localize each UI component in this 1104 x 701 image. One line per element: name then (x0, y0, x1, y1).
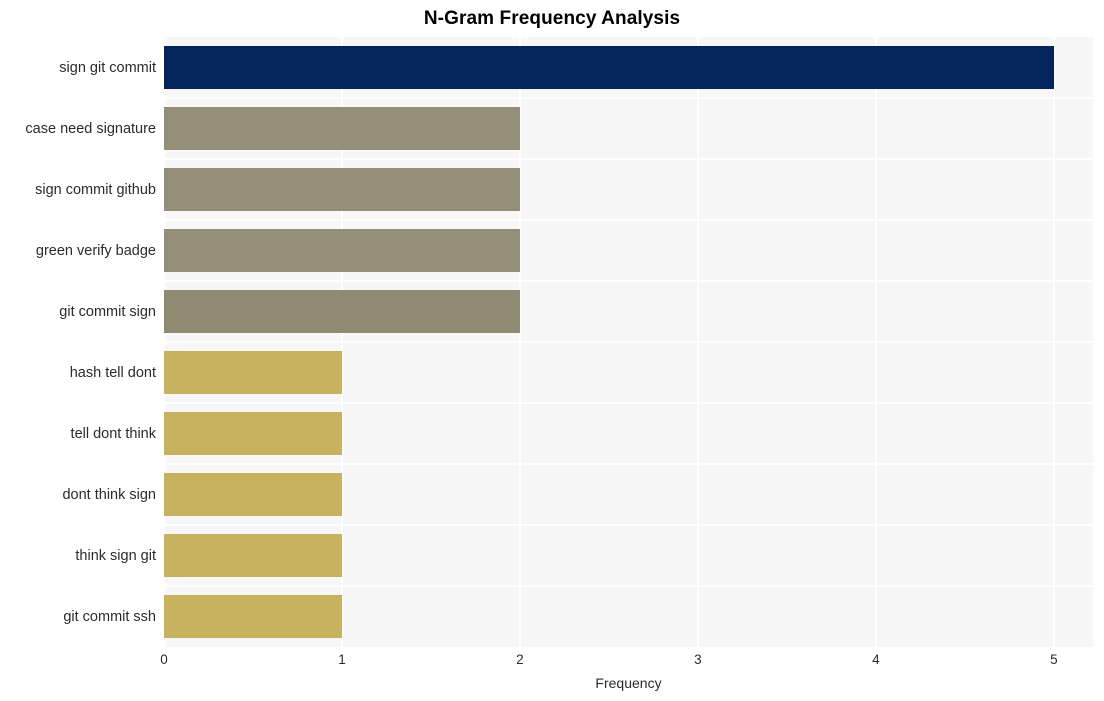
horizontal-gridline (164, 585, 1093, 587)
x-axis-tick-label: 1 (338, 652, 346, 667)
bar (164, 46, 1054, 89)
y-axis-tick-label: tell dont think (70, 425, 156, 442)
horizontal-gridline (164, 158, 1093, 160)
x-axis-tick-label: 4 (872, 652, 880, 667)
ngram-frequency-bar-chart: N-Gram Frequency Analysis sign git commi… (0, 0, 1104, 701)
y-axis-tick-label: think sign git (75, 547, 156, 564)
horizontal-gridline (164, 219, 1093, 221)
horizontal-gridline (164, 280, 1093, 282)
y-axis-tick-label: git commit ssh (63, 608, 156, 625)
horizontal-gridline (164, 463, 1093, 465)
x-axis-tick-label: 0 (160, 652, 168, 667)
y-axis-tick-label: case need signature (25, 120, 156, 137)
horizontal-gridline (164, 97, 1093, 99)
x-axis-tick-label: 3 (694, 652, 702, 667)
bar (164, 107, 520, 150)
x-axis-tick-labels: 0 1 2 3 4 5 (0, 652, 1104, 672)
chart-title: N-Gram Frequency Analysis (423, 8, 681, 29)
bar (164, 229, 520, 272)
bar (164, 595, 342, 638)
x-axis-tick-label: 2 (516, 652, 524, 667)
y-axis-tick-label: sign git commit (59, 59, 156, 76)
horizontal-gridline (164, 402, 1093, 404)
y-axis-tick-label: sign commit github (35, 181, 156, 198)
bar (164, 290, 520, 333)
x-axis-tick-label: 5 (1050, 652, 1058, 667)
y-axis-tick-labels: sign git commit case need signature sign c… (0, 37, 156, 647)
horizontal-gridline (164, 524, 1093, 526)
bar (164, 351, 342, 394)
y-axis-tick-label: green verify badge (35, 242, 156, 259)
y-axis-tick-label: hash tell dont (69, 364, 156, 381)
bar (164, 168, 520, 211)
bar (164, 473, 342, 516)
horizontal-gridline (164, 341, 1093, 343)
bar (164, 412, 342, 455)
plot-area (164, 37, 1093, 647)
y-axis-tick-label: git commit sign (59, 303, 156, 320)
bar (164, 534, 342, 577)
x-axis-title: Frequency (595, 675, 662, 691)
y-axis-tick-label: dont think sign (62, 486, 156, 503)
